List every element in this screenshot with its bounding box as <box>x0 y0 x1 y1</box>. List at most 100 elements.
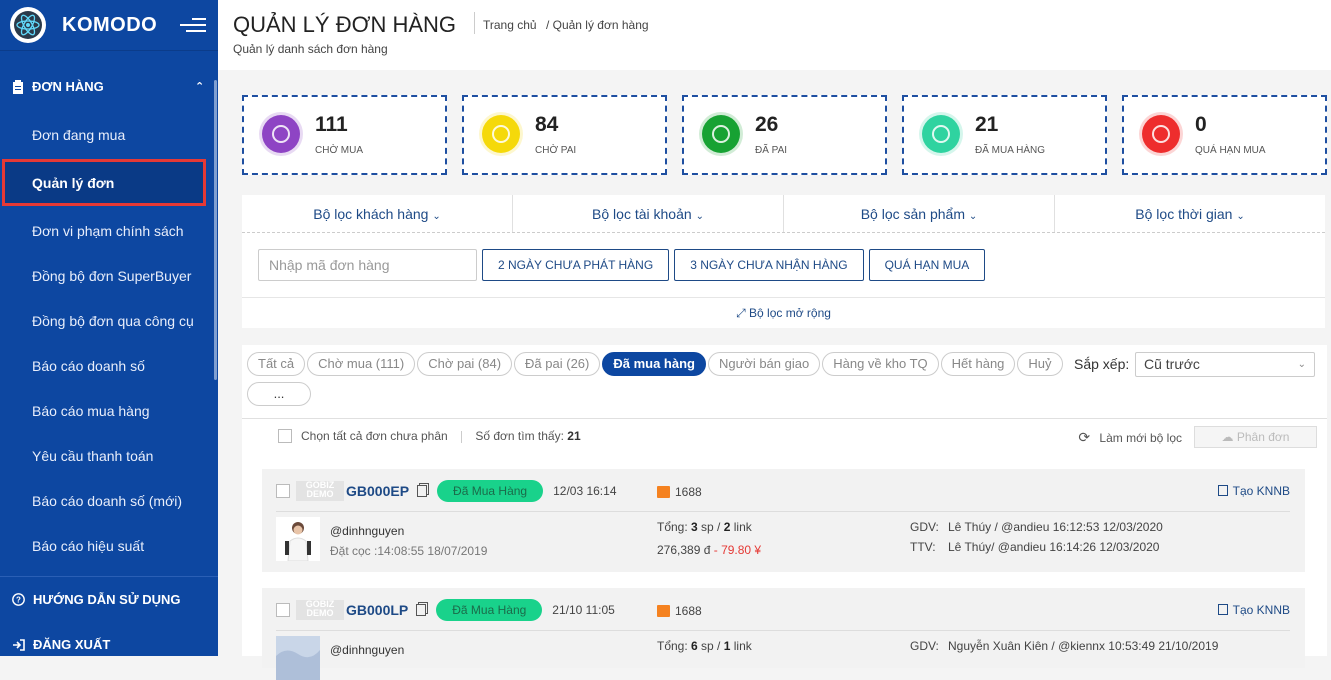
chevron-down-icon: ⌄ <box>1297 359 1306 370</box>
status-chip-1[interactable]: Chờ mua (111) <box>307 352 416 376</box>
order-checkbox[interactable] <box>276 484 290 498</box>
sidebar-item-7[interactable]: Yêu cầu thanh toán <box>0 433 218 478</box>
clipboard-icon <box>13 79 23 94</box>
status-chip-7[interactable]: Hết hàng <box>940 352 1016 376</box>
order-code[interactable]: GB000EP <box>346 483 409 499</box>
sidebar: KOMODO ĐƠN HÀNG ⌃ Đơn đang mua Quản lý đơ… <box>0 0 218 656</box>
order-source: 1688 <box>657 485 702 499</box>
gdv-info: GDV: Nguyễn Xuân Kiên / @kiennx 10:53:49 … <box>910 639 1218 653</box>
customer-username[interactable]: @dinhnguyen <box>330 524 404 538</box>
sidebar-item-5[interactable]: Báo cáo doanh số <box>0 343 218 388</box>
quick-filter-button-1[interactable]: 3 NGÀY CHƯA NHẬN HÀNG <box>674 249 864 281</box>
filter-panel: Bộ lọc khách hàng ⌄ Bộ lọc tài khoản ⌄ Bộ … <box>242 195 1325 328</box>
status-chip-0[interactable]: Tất cả <box>247 352 306 376</box>
chevron-down-icon: ⌄ <box>432 211 441 222</box>
create-complaint-button[interactable]: Tạo KNNB <box>1217 484 1290 498</box>
quick-filter-button-0[interactable]: 2 NGÀY CHƯA PHÁT HÀNG <box>482 249 670 281</box>
sidebar-item-2[interactable]: Đơn vi phạm chính sách <box>0 208 218 253</box>
status-badge: Đã Mua Hàng <box>437 480 544 502</box>
ttv-value: Lê Thúy/ @andieu 16:14:26 12/03/2020 <box>948 540 1160 554</box>
order-code[interactable]: GB000LP <box>346 602 408 618</box>
sort-select[interactable]: Cũ trước ⌄ <box>1135 352 1315 377</box>
status-chip-5[interactable]: Người bán giao <box>707 352 821 376</box>
order-total: Tổng: 6 sp / 1 link <box>657 639 752 653</box>
status-chip-2[interactable]: Chờ pai (84) <box>417 352 513 376</box>
stat-card[interactable]: 84 Chờ pai <box>462 95 667 175</box>
order-code-search-input[interactable]: Nhập mã đơn hàng <box>258 249 477 281</box>
stat-card[interactable]: 0 Quá hạn mua <box>1122 95 1327 175</box>
filter-tab-3[interactable]: Bộ lọc thời gian ⌄ <box>1055 195 1325 232</box>
watermark-image: GOBIZ DEMO <box>296 600 344 620</box>
filter-tab-0[interactable]: Bộ lọc khách hàng ⌄ <box>242 195 513 232</box>
quick-filter-button-2[interactable]: QUÁ HẠN MUA <box>868 249 986 281</box>
stat-label: Đã mua hàng <box>975 145 1046 156</box>
sort-label: Sắp xếp: <box>1074 356 1130 372</box>
order-checkbox[interactable] <box>276 603 290 617</box>
assign-order-button[interactable]: ☁ Phân đơn <box>1194 426 1317 448</box>
status-chip-8[interactable]: Huỷ <box>1017 352 1063 376</box>
status-badge: Đã Mua Hàng <box>436 599 543 621</box>
page-header: QUẢN LÝ ĐƠN HÀNG Quản lý danh sách đơn h… <box>218 0 1331 70</box>
customer-username[interactable]: @dinhnguyen <box>330 643 404 657</box>
chevron-up-icon: ⌃ <box>195 81 205 93</box>
status-chip-3[interactable]: Đã pai (26) <box>514 352 601 376</box>
cloud-icon: ☁ <box>1221 430 1234 444</box>
sidebar-item-0[interactable]: Đơn đang mua <box>0 112 218 157</box>
sidebar-item-1[interactable]: Quản lý đơn <box>2 159 206 206</box>
hamburger-menu-icon[interactable] <box>180 18 206 34</box>
refresh-filter-button[interactable]: ⟳ Làm mới bộ lọc <box>1078 429 1182 446</box>
sidebar-item-3[interactable]: Đồng bộ đơn SuperBuyer <box>0 253 218 298</box>
sidebar-item-9[interactable]: Báo cáo hiệu suất <box>0 523 218 568</box>
total-link: 2 <box>723 520 731 534</box>
create-complaint-label: Tạo KNNB <box>1232 603 1290 617</box>
stats-row: 111 Chờ mua 84 Chờ pai 26 Đã pai 21 Đã mua hàng… <box>242 95 1331 175</box>
brand-name: KOMODO <box>62 13 158 36</box>
status-chip-6[interactable]: Hàng về kho TQ <box>822 352 939 376</box>
stat-card[interactable]: 111 Chờ mua <box>242 95 447 175</box>
sidebar-item-8[interactable]: Báo cáo doanh số (mới) <box>0 478 218 523</box>
filter-tab-2[interactable]: Bộ lọc sản phẩm ⌄ <box>784 195 1055 232</box>
order-date: 21/10 11:05 <box>552 603 615 617</box>
select-all-label: Chọn tất cả đơn chưa phân <box>301 429 448 443</box>
breadcrumb-home[interactable]: Trang chủ <box>483 18 537 32</box>
ttv-label: TTV: <box>910 540 936 554</box>
chevron-down-icon: ⌄ <box>695 211 704 222</box>
order-total: Tổng: 3 sp / 2 link <box>657 520 752 534</box>
copy-icon[interactable] <box>417 485 428 497</box>
svg-text:?: ? <box>16 596 21 605</box>
product-thumbnail[interactable] <box>276 636 320 680</box>
sidebar-item-6[interactable]: Báo cáo mua hàng <box>0 388 218 433</box>
sidebar-guide-label: HƯỚNG DẪN SỬ DỤNG <box>33 592 181 607</box>
create-complaint-button[interactable]: Tạo KNNB <box>1217 603 1290 617</box>
order-card[interactable]: GOBIZ DEMO GB000EP Đã Mua Hàng 12/03 16:… <box>262 469 1305 572</box>
breadcrumb: Trang chủ / Quản lý đơn hàng <box>474 12 649 34</box>
expand-filter-link[interactable]: ⤢ Bộ lọc mở rộng <box>242 297 1325 328</box>
stat-card[interactable]: 21 Đã mua hàng <box>902 95 1107 175</box>
sidebar-scrollbar[interactable] <box>214 80 217 380</box>
copy-icon[interactable] <box>416 604 427 616</box>
document-icon <box>1217 604 1228 615</box>
cart-icon <box>262 115 300 153</box>
product-thumbnail[interactable] <box>276 517 320 561</box>
alarm-icon <box>1142 115 1180 153</box>
sidebar-item-guide[interactable]: ? HƯỚNG DẪN SỬ DỤNG <box>0 577 218 622</box>
stat-value: 111 <box>315 113 348 136</box>
sidebar-item-logout[interactable]: ĐĂNG XUẤT <box>0 622 218 667</box>
source-label: 1688 <box>675 604 702 618</box>
stat-label: Chờ mua <box>315 145 364 156</box>
stat-card[interactable]: 26 Đã pai <box>682 95 887 175</box>
create-complaint-label: Tạo KNNB <box>1232 484 1290 498</box>
sidebar-item-4[interactable]: Đồng bộ đơn qua công cụ <box>0 298 218 343</box>
order-card[interactable]: GOBIZ DEMO GB000LP Đã Mua Hàng 21/10 11:… <box>262 588 1305 680</box>
amount-cny: - 79.80 ¥ <box>713 543 762 557</box>
watermark-image: GOBIZ DEMO <box>296 481 344 501</box>
bag-icon <box>482 115 520 153</box>
total-sp: 3 <box>691 520 698 534</box>
select-all-checkbox[interactable] <box>278 429 292 443</box>
filter-tab-1[interactable]: Bộ lọc tài khoản ⌄ <box>513 195 784 232</box>
filter-tab-label: Bộ lọc khách hàng <box>313 206 429 222</box>
ttv-info: TTV: Lê Thúy/ @andieu 16:14:26 12/03/2020 <box>910 540 1159 554</box>
status-chip-4[interactable]: Đã mua hàng <box>602 352 706 376</box>
status-chip-9[interactable]: ... <box>247 382 311 406</box>
sidebar-group-orders[interactable]: ĐƠN HÀNG ⌃ <box>0 61 218 112</box>
